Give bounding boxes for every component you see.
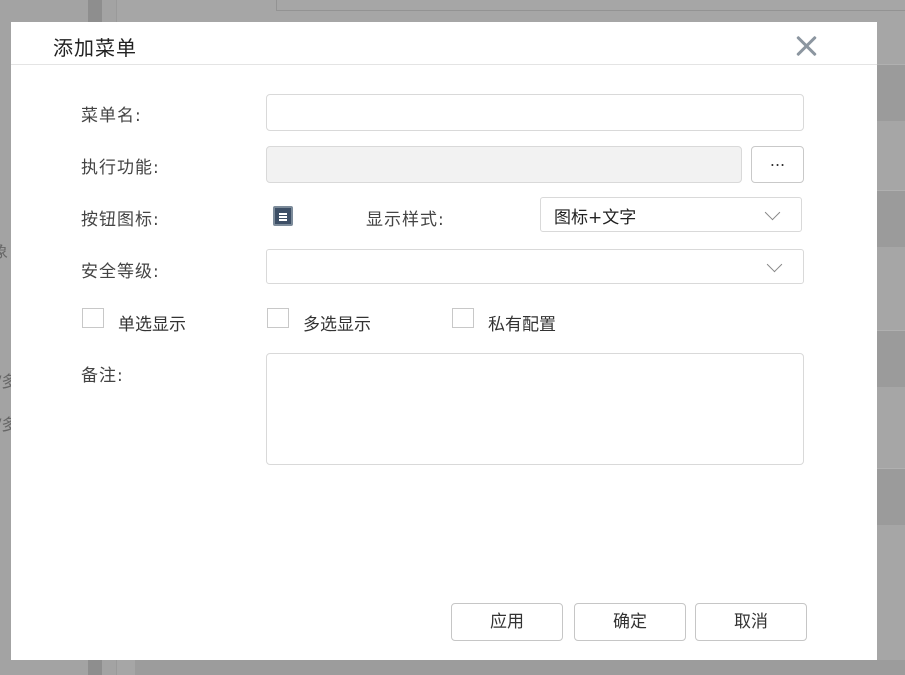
security-level-label: 安全等级: xyxy=(81,262,160,282)
apply-button[interactable]: 应用 xyxy=(451,603,563,641)
bg-text: 象 xyxy=(0,242,9,261)
app-bottom-bar xyxy=(135,660,905,675)
menu-list-icon[interactable] xyxy=(273,206,293,226)
remark-textarea[interactable] xyxy=(266,353,804,465)
app-row xyxy=(877,468,905,525)
multi-select-label: 多选显示 xyxy=(303,315,371,335)
close-icon[interactable] xyxy=(793,33,819,59)
single-select-checkbox[interactable] xyxy=(82,308,104,328)
chevron-down-icon xyxy=(764,204,781,221)
single-select-label: 单选显示 xyxy=(118,315,186,335)
cancel-button[interactable]: 取消 xyxy=(695,603,807,641)
button-icon-label: 按钮图标: xyxy=(81,210,160,230)
app-row xyxy=(877,64,905,121)
dialog-header: 添加菜单 xyxy=(11,22,877,65)
private-config-checkbox[interactable] xyxy=(452,308,474,328)
display-style-value: 图标+文字 xyxy=(554,208,637,228)
app-row xyxy=(877,330,905,387)
confirm-button[interactable]: 确定 xyxy=(574,603,686,641)
browse-button-label: ... xyxy=(769,151,786,170)
browse-function-button[interactable]: ... xyxy=(751,146,804,183)
menu-name-input[interactable] xyxy=(266,94,804,131)
app-header-box xyxy=(276,0,905,11)
add-menu-dialog: 添加菜单 菜单名: 执行功能: ... 按钮图标: 显示样式: 图标+文字 安全… xyxy=(11,22,877,660)
display-style-select[interactable]: 图标+文字 xyxy=(540,197,802,232)
display-style-label: 显示样式: xyxy=(366,210,445,230)
multi-select-checkbox[interactable] xyxy=(267,308,289,328)
chevron-down-icon xyxy=(766,256,783,273)
function-input[interactable] xyxy=(266,146,742,183)
security-level-select[interactable] xyxy=(266,249,804,284)
dialog-title: 添加菜单 xyxy=(53,36,137,60)
app-row xyxy=(877,190,905,247)
function-label: 执行功能: xyxy=(81,158,160,178)
private-config-label: 私有配置 xyxy=(488,315,556,335)
remark-label: 备注: xyxy=(81,366,124,386)
menu-name-label: 菜单名: xyxy=(81,106,142,126)
